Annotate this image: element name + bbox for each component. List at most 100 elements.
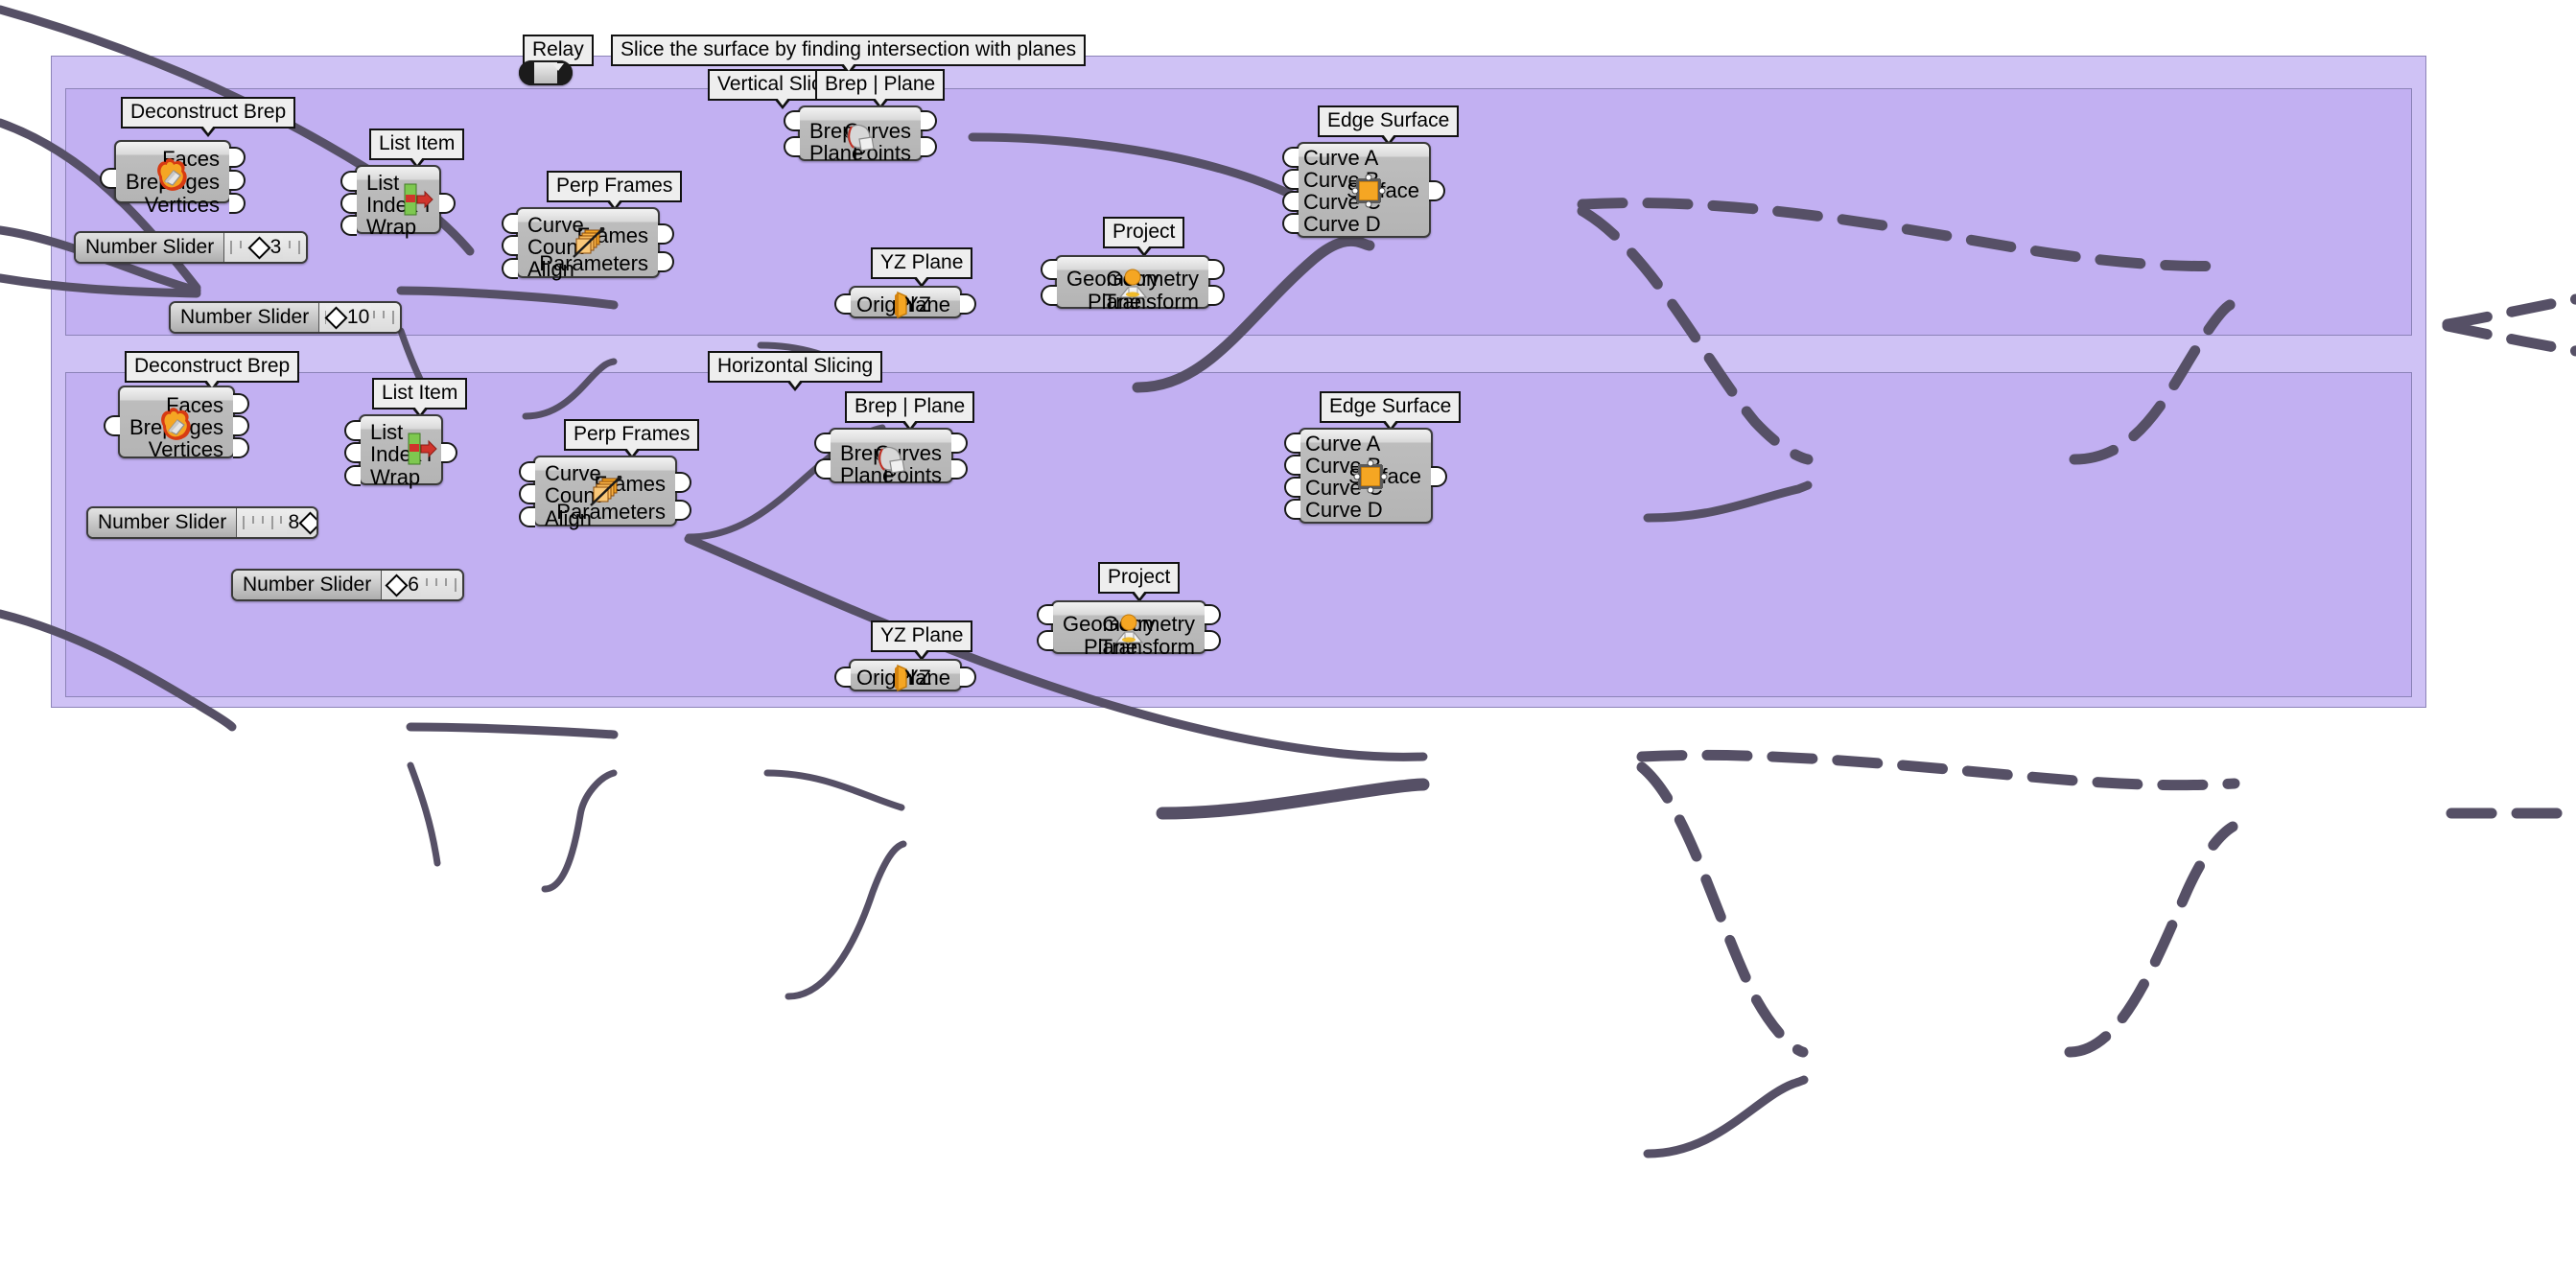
input-grip-plane[interactable] bbox=[814, 458, 831, 480]
input-grip-curve-d[interactable] bbox=[1282, 213, 1299, 234]
edge-surface-top-tag[interactable]: Edge Surface bbox=[1318, 105, 1460, 146]
slider-count-top[interactable]: Number Slider 10 bbox=[169, 301, 402, 334]
yz-plane-bottom-tag[interactable]: YZ Plane bbox=[871, 620, 973, 661]
list-item-bottom-node[interactable]: List Index Wrap i bbox=[344, 414, 457, 489]
input-grip-count[interactable] bbox=[519, 483, 535, 504]
port-label-curve-a: Curve A bbox=[1303, 146, 1379, 170]
brep-plane-top-tag[interactable]: Brep | Plane bbox=[815, 69, 946, 109]
comment-main-tag[interactable]: Slice the surface by finding intersectio… bbox=[611, 35, 1087, 75]
input-grip-wrap[interactable] bbox=[344, 465, 361, 486]
input-grip-list[interactable] bbox=[344, 420, 361, 441]
input-grip-geometry[interactable] bbox=[1041, 259, 1057, 280]
input-grip-align[interactable] bbox=[502, 258, 518, 279]
port-label-list: List bbox=[370, 420, 404, 444]
slider-count-bottom[interactable]: Number Slider 6 bbox=[231, 569, 464, 601]
grasshopper-canvas[interactable]: Slice the surface by finding intersectio… bbox=[0, 0, 2576, 1287]
slider-index-bottom[interactable]: Number Slider 8 bbox=[86, 506, 318, 539]
perp-frames-icon bbox=[573, 227, 605, 258]
input-grip-plane[interactable] bbox=[1037, 630, 1053, 651]
slider-knob[interactable]: 8 bbox=[286, 510, 316, 535]
port-label-list: List bbox=[366, 171, 400, 195]
input-grip-origin[interactable] bbox=[834, 667, 851, 688]
slider-track[interactable]: 8 bbox=[237, 508, 316, 537]
slider-diamond-handle[interactable] bbox=[247, 235, 271, 260]
slider-diamond-handle[interactable] bbox=[298, 510, 316, 535]
input-grip-curve-b[interactable] bbox=[1284, 455, 1300, 476]
input-grip-brep[interactable] bbox=[784, 110, 800, 131]
brep-plane-top-node[interactable]: Brep Plane Curves Points bbox=[784, 105, 937, 164]
list-item-top-tag[interactable]: List Item bbox=[369, 129, 465, 169]
input-grip-brep[interactable] bbox=[814, 433, 831, 454]
input-grip-curve-c[interactable] bbox=[1282, 191, 1299, 212]
project-icon bbox=[1114, 614, 1144, 644]
brep-plane-icon bbox=[847, 124, 875, 152]
slider-knob[interactable]: 3 bbox=[247, 235, 284, 260]
relay-node[interactable] bbox=[519, 60, 573, 85]
output-grip-slider[interactable] bbox=[306, 239, 308, 260]
perp-frames-bottom-node[interactable]: Curve Count Align Frames Parameters bbox=[519, 456, 691, 529]
list-item-bottom-tag[interactable]: List Item bbox=[372, 378, 468, 418]
edge-surface-bottom-node[interactable]: Curve A Curve B Curve C Curve D Surface bbox=[1284, 428, 1447, 524]
output-grip-slider[interactable] bbox=[462, 576, 464, 597]
slider-track[interactable]: 3 bbox=[224, 233, 306, 262]
output-grip-slider[interactable] bbox=[316, 514, 318, 535]
slider-diamond-handle[interactable] bbox=[385, 573, 409, 597]
brep-icon bbox=[161, 408, 191, 440]
project-top-node[interactable]: Geometry Plane Geometry Transform bbox=[1041, 255, 1225, 313]
edge-surface-top-node[interactable]: Curve A Curve B Curve C Curve D Surface bbox=[1282, 142, 1445, 238]
input-grip-curve-a[interactable] bbox=[1282, 147, 1299, 168]
input-grip-wrap[interactable] bbox=[340, 215, 357, 236]
perp-frames-bottom-tag[interactable]: Perp Frames bbox=[564, 419, 700, 459]
input-grip-geometry[interactable] bbox=[1037, 604, 1053, 625]
input-grip-align[interactable] bbox=[519, 506, 535, 527]
input-grip-curve-d[interactable] bbox=[1284, 499, 1300, 520]
horizontal-slicing-tag[interactable]: Horizontal Slicing bbox=[708, 351, 883, 391]
list-item-top-node[interactable]: List Index Wrap i bbox=[340, 165, 456, 238]
input-grip-brep[interactable] bbox=[100, 168, 116, 189]
input-grip-list[interactable] bbox=[340, 171, 357, 192]
slider-label: Number Slider bbox=[76, 233, 225, 262]
input-grip-curve-c[interactable] bbox=[1284, 477, 1300, 498]
slider-value: 10 bbox=[346, 306, 370, 328]
deconstruct-brep-bottom-tag[interactable]: Deconstruct Brep bbox=[125, 351, 300, 391]
input-grip-index[interactable] bbox=[344, 442, 361, 463]
slider-index-top[interactable]: Number Slider 3 bbox=[74, 231, 308, 264]
slider-diamond-handle[interactable] bbox=[324, 305, 348, 330]
port-label-wrap: Wrap bbox=[370, 465, 421, 489]
brep-plane-bottom-node[interactable]: Brep Plane Curves Points bbox=[814, 428, 968, 486]
deconstruct-brep-top-tag[interactable]: Deconstruct Brep bbox=[121, 97, 296, 137]
input-grip-plane[interactable] bbox=[784, 136, 800, 157]
input-grip-brep[interactable] bbox=[104, 415, 120, 436]
deconstruct-brep-top-node[interactable]: Brep Faces Edges Vertices bbox=[100, 140, 246, 216]
yz-plane-top-tag[interactable]: YZ Plane bbox=[871, 247, 973, 288]
slider-track[interactable]: 10 bbox=[319, 303, 400, 332]
input-grip-curve[interactable] bbox=[502, 213, 518, 234]
edge-surface-icon bbox=[1353, 459, 1388, 494]
input-grip-index[interactable] bbox=[340, 193, 357, 214]
port-label-curve-d: Curve D bbox=[1305, 498, 1383, 522]
edge-surface-bottom-tag[interactable]: Edge Surface bbox=[1320, 391, 1462, 432]
input-grip-count[interactable] bbox=[502, 235, 518, 256]
port-label-curve-a: Curve A bbox=[1305, 432, 1381, 456]
input-grip-curve-b[interactable] bbox=[1282, 169, 1299, 190]
deconstruct-brep-bottom-node[interactable]: Brep Faces Edges Vertices bbox=[104, 386, 249, 460]
input-grip-curve[interactable] bbox=[519, 461, 535, 482]
slider-track[interactable]: 6 bbox=[382, 571, 462, 599]
slider-knob[interactable]: 10 bbox=[324, 305, 372, 330]
slider-value: 3 bbox=[269, 236, 282, 258]
project-top-tag[interactable]: Project bbox=[1103, 217, 1185, 257]
perp-frames-top-tag[interactable]: Perp Frames bbox=[547, 171, 683, 211]
yz-plane-bottom-node[interactable]: Origin Plane YZ bbox=[834, 659, 976, 692]
input-grip-plane[interactable] bbox=[1041, 285, 1057, 306]
input-grip-origin[interactable] bbox=[834, 293, 851, 315]
brep-plane-bottom-tag[interactable]: Brep | Plane bbox=[845, 391, 975, 432]
yz-plane-badge: YZ bbox=[904, 666, 932, 690]
project-bottom-tag[interactable]: Project bbox=[1098, 562, 1181, 602]
yz-plane-top-node[interactable]: Origin Plane YZ bbox=[834, 286, 976, 319]
slider-knob[interactable]: 6 bbox=[385, 573, 421, 597]
perp-frames-icon bbox=[590, 476, 622, 506]
output-grip-slider[interactable] bbox=[400, 309, 402, 330]
project-bottom-node[interactable]: Geometry Plane Geometry Transform bbox=[1037, 600, 1221, 658]
perp-frames-top-node[interactable]: Curve Count Align Frames Parameters bbox=[502, 207, 674, 280]
input-grip-curve-a[interactable] bbox=[1284, 433, 1300, 454]
